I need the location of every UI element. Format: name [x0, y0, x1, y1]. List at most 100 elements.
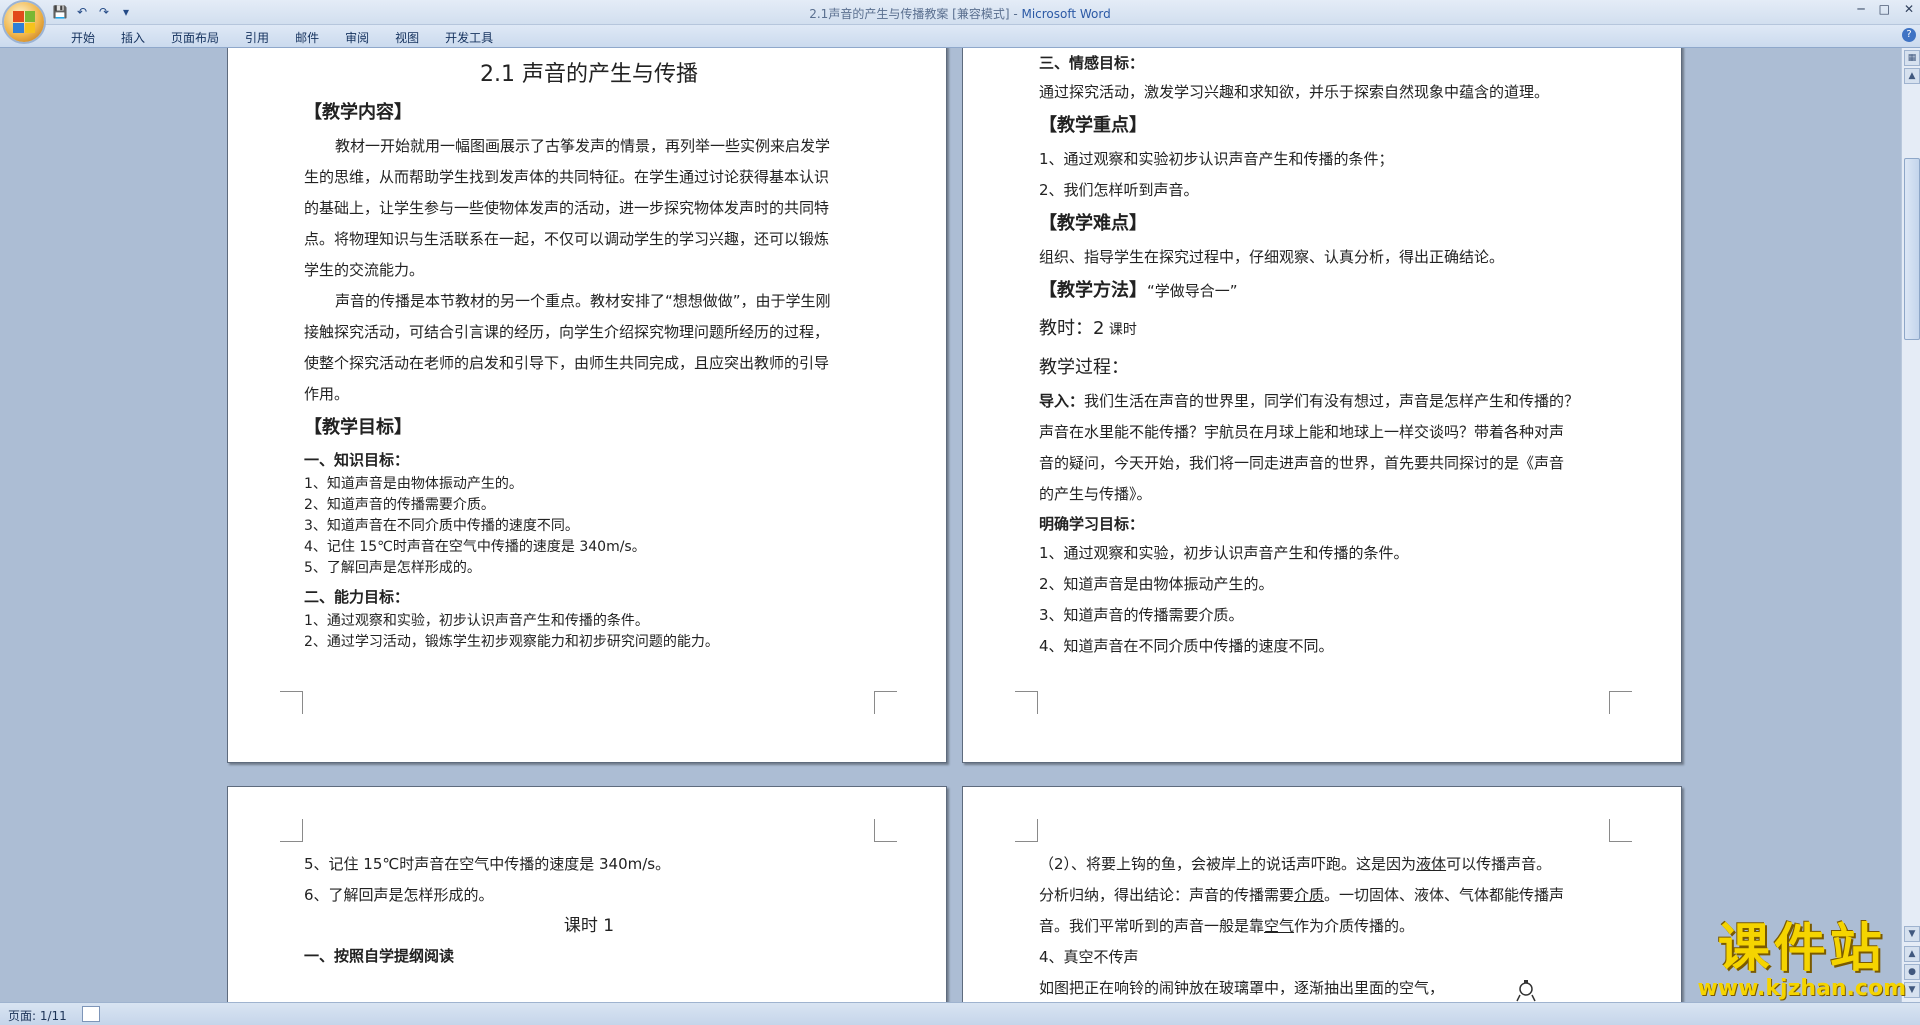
window-title: 2.1声音的产生与传播教案 [兼容模式] - Microsoft Word	[809, 7, 1111, 21]
paragraph-line: 的产生与传播》。	[1039, 485, 1152, 503]
paragraph-line: 组织、指导学生在探究过程中，仔细观察、认真分析，得出正确结论。	[1039, 248, 1505, 266]
text-run: 作为介质传播的。	[1294, 917, 1415, 935]
margin-corner-mark	[1609, 819, 1632, 842]
maximize-icon[interactable]: □	[1879, 2, 1890, 16]
watermark-url: www.kjzhan.com	[1697, 976, 1906, 1001]
bell-jar-figure	[1516, 980, 1536, 1002]
vertical-scrollbar[interactable]: ▦ ▲ ▼ ▲ ● ▼	[1901, 48, 1920, 1002]
document-page-2: 三、情感目标： 通过探究活动，激发学习兴趣和求知欲，并乐于探索自然现象中蕴含的道…	[962, 48, 1682, 763]
help-icon[interactable]: ?	[1902, 28, 1916, 42]
ribbon-tabs: 开始 插入 页面布局 引用 邮件 审阅 视图 开发工具	[58, 29, 506, 46]
list-item: 2、知道声音是由物体振动产生的。	[1039, 575, 1274, 593]
margin-corner-mark	[280, 819, 303, 842]
tab-view[interactable]: 视图	[382, 29, 432, 46]
tab-mailings[interactable]: 邮件	[282, 29, 332, 46]
paragraph-line: 接触探究活动，可结合引言课的经历，向学生介绍探究物理问题所经历的过程，	[304, 323, 830, 341]
paragraph-line: 分析归纳，得出结论：声音的传播需要介质。一切固体、液体、气体都能传播声	[1039, 880, 1609, 911]
hours-unit: 课时	[1104, 322, 1137, 338]
paragraph-line: 音的疑问，今天开始，我们将一同走进声音的世界，首先要共同探讨的是《声音	[1039, 454, 1565, 472]
text-run: 可以传播声音。	[1446, 855, 1552, 873]
page-2-content: 三、情感目标： 通过探究活动，激发学习兴趣和求知欲，并乐于探索自然现象中蕴含的道…	[1039, 49, 1609, 662]
list-item: 1、通过观察和实验初步认识声音产生和传播的条件；	[1039, 150, 1394, 168]
paragraph-line: 通过探究活动，激发学习兴趣和求知欲，并乐于探索自然现象中蕴含的道理。	[1039, 83, 1550, 101]
list-item: 5、了解回声是怎样形成的。	[304, 560, 481, 576]
previous-page-icon[interactable]: ▲	[1904, 946, 1920, 962]
window-controls: ─ □ ✕	[1857, 2, 1914, 16]
office-logo-icon	[13, 11, 35, 33]
page-1-content: 2.1 声音的产生与传播 【教学内容】 教材一开始就用一幅图画展示了古筝发声的情…	[304, 55, 874, 653]
paragraph-line: 使整个探究活动在老师的启发和引导下，由师生共同完成，且应突出教师的引导	[304, 354, 830, 372]
list-item: 2、我们怎样听到声音。	[1039, 181, 1199, 199]
subheading-knowledge: 一、知识目标：	[304, 451, 410, 469]
title-bar: 💾 ↶ ↷ ▾ 2.1声音的产生与传播教案 [兼容模式] - Microsoft…	[0, 0, 1920, 25]
minimize-icon[interactable]: ─	[1857, 2, 1864, 16]
close-icon[interactable]: ✕	[1904, 2, 1914, 16]
tab-references[interactable]: 引用	[232, 29, 282, 46]
ribbon: 开始 插入 页面布局 引用 邮件 审阅 视图 开发工具 ?	[0, 25, 1920, 48]
teaching-method-line: 【教学方法】“学做导合一”	[1039, 273, 1609, 309]
intro-text: 我们生活在声音的世界里，同学们有没有想过，声音是怎样产生和传播的？	[1084, 392, 1580, 410]
heading-teaching-goals: 【教学目标】	[304, 417, 412, 438]
document-title: 2.1 声音的产生与传播	[480, 62, 698, 87]
office-button[interactable]	[4, 2, 44, 42]
list-item: 5、记住 15℃时声音在空气中传播的速度是 340m/s。	[304, 855, 671, 873]
paragraph-line: 作用。	[304, 385, 350, 403]
intro-label: 导入：	[1039, 392, 1085, 410]
scroll-up-icon[interactable]: ▲	[1904, 68, 1920, 84]
list-item: 1、通过观察和实验，初步认识声音产生和传播的条件。	[1039, 544, 1409, 562]
paragraph-line: 点。将物理知识与生活联系在一起，不仅可以调动学生的学习兴趣，还可以锻炼	[304, 230, 830, 248]
list-item: 2、通过学习活动，锻炼学生初步观察能力和初步研究问题的能力。	[304, 634, 719, 650]
paragraph-line: 声音的传播是本节教材的另一个重点。教材安排了“想想做做”，由于学生刚	[335, 292, 831, 310]
heading-difficulties: 【教学难点】	[1039, 213, 1147, 234]
margin-corner-mark	[1015, 691, 1038, 714]
tab-review[interactable]: 审阅	[332, 29, 382, 46]
subheading-ability: 二、能力目标：	[304, 588, 410, 606]
tab-home[interactable]: 开始	[58, 29, 108, 46]
hours-line: 教时：2 课时	[1039, 309, 1609, 350]
paragraph-line: 4、真空不传声	[1039, 948, 1139, 966]
paragraph-line: 的基础上，让学生参与一些使物体发声的活动，进一步探究物体发声时的共同特	[304, 199, 830, 217]
paragraph-line: 导入：我们生活在声音的世界里，同学们有没有想过，声音是怎样产生和传播的？	[1039, 386, 1609, 417]
margin-corner-mark	[280, 691, 303, 714]
list-item: 6、了解回声是怎样形成的。	[304, 886, 494, 904]
underlined-term: 液体	[1416, 855, 1447, 873]
hours-label: 教时：2	[1039, 318, 1105, 339]
document-page-3: 5、记住 15℃时声音在空气中传播的速度是 340m/s。 6、了解回声是怎样形…	[227, 786, 947, 1002]
margin-corner-mark	[1015, 819, 1038, 842]
select-browse-object-icon[interactable]: ●	[1904, 964, 1920, 980]
heading-key-points: 【教学重点】	[1039, 115, 1147, 136]
scrollbar-thumb[interactable]	[1904, 158, 1920, 340]
step-heading: 一、按照自学提纲阅读	[304, 947, 455, 965]
heading-process: 教学过程：	[1039, 357, 1129, 378]
paragraph-line: 声音在水里能不能传播？宇航员在月球上能和地球上一样交谈吗？带着各种对声	[1039, 423, 1565, 441]
paragraph-line: 音。我们平常听到的声音一般是靠空气作为介质传播的。	[1039, 911, 1609, 942]
proofing-status-icon[interactable]	[82, 1006, 100, 1022]
paragraph-line: 生的思维，从而帮助学生找到发声体的共同特征。在学生通过讨论获得基本认识	[304, 168, 830, 186]
list-item: 4、知道声音在不同介质中传播的速度不同。	[1039, 637, 1334, 655]
list-item: 1、知道声音是由物体振动产生的。	[304, 476, 523, 492]
margin-corner-mark	[874, 691, 897, 714]
document-page-4: （2）、将要上钩的鱼，会被岸上的说话声吓跑。这是因为液体可以传播声音。 分析归纳…	[962, 786, 1682, 1002]
text-run: 分析归纳，得出结论：声音的传播需要	[1039, 886, 1295, 904]
tab-page-layout[interactable]: 页面布局	[158, 29, 232, 46]
paragraph-line: 教材一开始就用一幅图画展示了古筝发声的情景，再列举一些实例来启发学	[335, 137, 831, 155]
list-item: 4、记住 15℃时声音在空气中传播的速度是 340m/s。	[304, 539, 646, 555]
list-item: 3、知道声音的传播需要介质。	[1039, 606, 1244, 624]
next-page-icon[interactable]: ▼	[1904, 982, 1920, 998]
text-run: 音。我们平常听到的声音一般是靠	[1039, 917, 1265, 935]
status-bar: 页面: 1/11	[0, 1002, 1920, 1025]
list-item: 2、知道声音的传播需要介质。	[304, 497, 495, 513]
tab-developer[interactable]: 开发工具	[432, 29, 506, 46]
scroll-down-icon[interactable]: ▼	[1904, 926, 1920, 942]
method-value: “学做导合一”	[1147, 282, 1238, 300]
underlined-term: 空气	[1264, 917, 1295, 935]
ruler-toggle-icon[interactable]: ▦	[1904, 50, 1920, 66]
document-workspace: 2.1 声音的产生与传播 【教学内容】 教材一开始就用一幅图画展示了古筝发声的情…	[0, 48, 1902, 1002]
tab-insert[interactable]: 插入	[108, 29, 158, 46]
lesson-heading: 课时 1	[563, 916, 615, 936]
page-count[interactable]: 页面: 1/11	[8, 1007, 67, 1024]
page-3-content: 5、记住 15℃时声音在空气中传播的速度是 340m/s。 6、了解回声是怎样形…	[304, 849, 874, 970]
text-run: （2）、将要上钩的鱼，会被岸上的说话声吓跑。这是因为	[1039, 855, 1417, 873]
heading-teaching-content: 【教学内容】	[304, 102, 412, 123]
paragraph-line: （2）、将要上钩的鱼，会被岸上的说话声吓跑。这是因为液体可以传播声音。	[1039, 849, 1609, 880]
